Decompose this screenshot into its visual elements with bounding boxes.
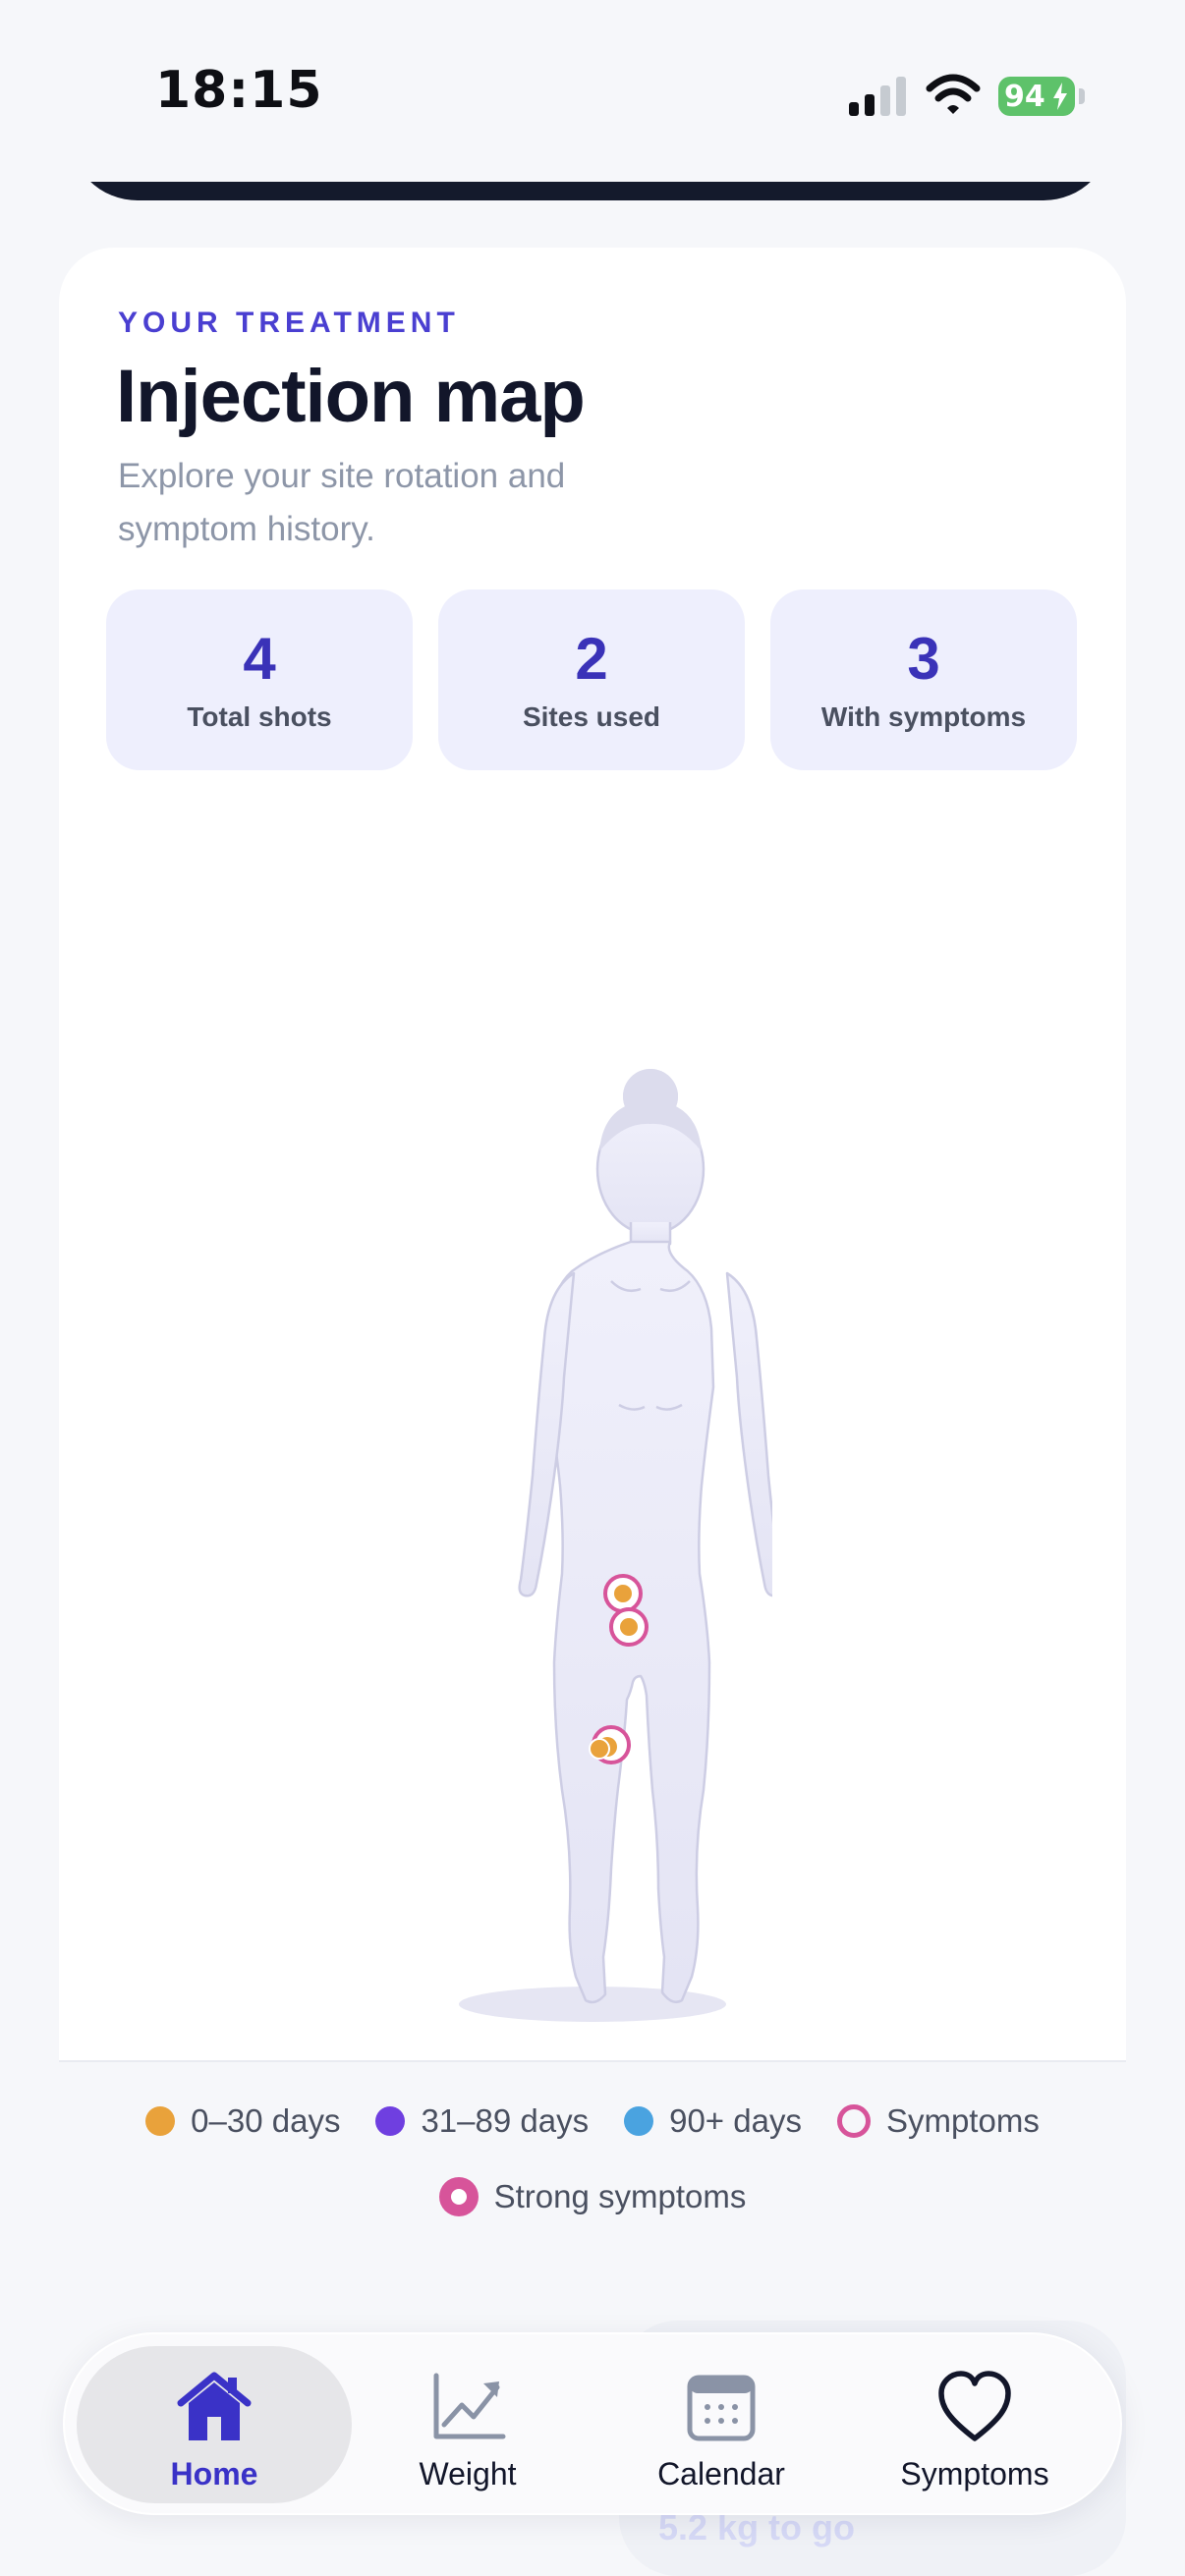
- stat-label: With symptoms: [820, 701, 1027, 732]
- legend-item-mid: 31–89 days: [375, 2102, 589, 2140]
- body-figure: [459, 1069, 772, 2022]
- card-subtitle: Explore your site rotation and symptom h…: [118, 457, 566, 548]
- legend-item-symptoms: Symptoms: [836, 2102, 1040, 2140]
- legend-strong-ring-icon: [438, 2177, 479, 2216]
- legend-label: Strong symptoms: [493, 2178, 747, 2214]
- charging-bolt-icon: [1053, 83, 1067, 110]
- section-eyebrow: YOUR TREATMENT: [118, 307, 460, 339]
- tab-label: Home: [170, 2456, 258, 2492]
- calendar-icon: [687, 2375, 756, 2441]
- battery-tip: [1079, 88, 1085, 104]
- wifi-icon: [926, 74, 981, 114]
- tab-label: Calendar: [657, 2456, 785, 2492]
- stat-with-symptoms: 3 With symptoms: [770, 589, 1077, 770]
- stat-total-shots: 4 Total shots: [106, 589, 413, 770]
- injection-map-card: YOUR TREATMENT Injection map Explore you…: [59, 248, 1126, 2060]
- tab-calendar[interactable]: Calendar: [584, 2346, 859, 2503]
- cellular-signal-icon: [849, 77, 906, 116]
- trend-chart-icon: [433, 2373, 506, 2439]
- legend-label: 31–89 days: [421, 2102, 590, 2139]
- legend-item-old: 90+ days: [624, 2102, 802, 2140]
- tab-weight[interactable]: Weight: [330, 2346, 605, 2503]
- legend-ring-icon: [836, 2104, 871, 2138]
- tab-symptoms[interactable]: Symptoms: [837, 2346, 1112, 2503]
- legend-item-recent: 0–30 days: [145, 2102, 340, 2140]
- battery-indicator: 94: [998, 77, 1075, 116]
- bottom-tab-bar: Home Weight Calendar Symptoms: [63, 2332, 1122, 2515]
- card-divider: [59, 2060, 1126, 2062]
- battery-level: 94: [1004, 79, 1045, 114]
- stat-value: 4: [243, 626, 276, 692]
- card-title: Injection map: [116, 355, 586, 438]
- legend-label: 0–30 days: [191, 2102, 341, 2139]
- stats-row: 4 Total shots 2 Sites used 3 With sympto…: [106, 589, 1079, 770]
- tab-home[interactable]: Home: [77, 2346, 352, 2503]
- status-time: 18:15: [155, 61, 323, 120]
- house-icon: [177, 2372, 252, 2440]
- stat-label: Sites used: [522, 701, 661, 732]
- heart-icon: [938, 2371, 1011, 2441]
- legend-dot-blue: [624, 2106, 654, 2136]
- injection-site-1: [603, 1574, 643, 1613]
- stat-value: 3: [907, 626, 940, 692]
- legend-label: Symptoms: [885, 2102, 1040, 2139]
- legend-item-strong-symptoms: Strong symptoms: [438, 2177, 747, 2216]
- legend-row-1: 0–30 days 31–89 days 90+ days Symptoms: [0, 2102, 1185, 2140]
- tab-label: Symptoms: [900, 2456, 1049, 2492]
- legend-dot-purple: [375, 2106, 406, 2136]
- screen: 18:15 94 YOUR TREATMENT Injection map Ex…: [0, 0, 1185, 2576]
- stat-sites-used: 2 Sites used: [438, 589, 745, 770]
- legend-label: 90+ days: [669, 2102, 802, 2139]
- legend-dot-orange: [145, 2106, 176, 2136]
- injection-site-2: [609, 1607, 649, 1647]
- stat-label: Total shots: [187, 701, 332, 732]
- legend-row-2: Strong symptoms: [0, 2177, 1185, 2216]
- legend: 0–30 days 31–89 days 90+ days Symptoms S…: [0, 2102, 1185, 2240]
- stat-value: 2: [575, 626, 608, 692]
- tab-label: Weight: [419, 2456, 517, 2492]
- status-bar: 18:15 94: [0, 0, 1185, 182]
